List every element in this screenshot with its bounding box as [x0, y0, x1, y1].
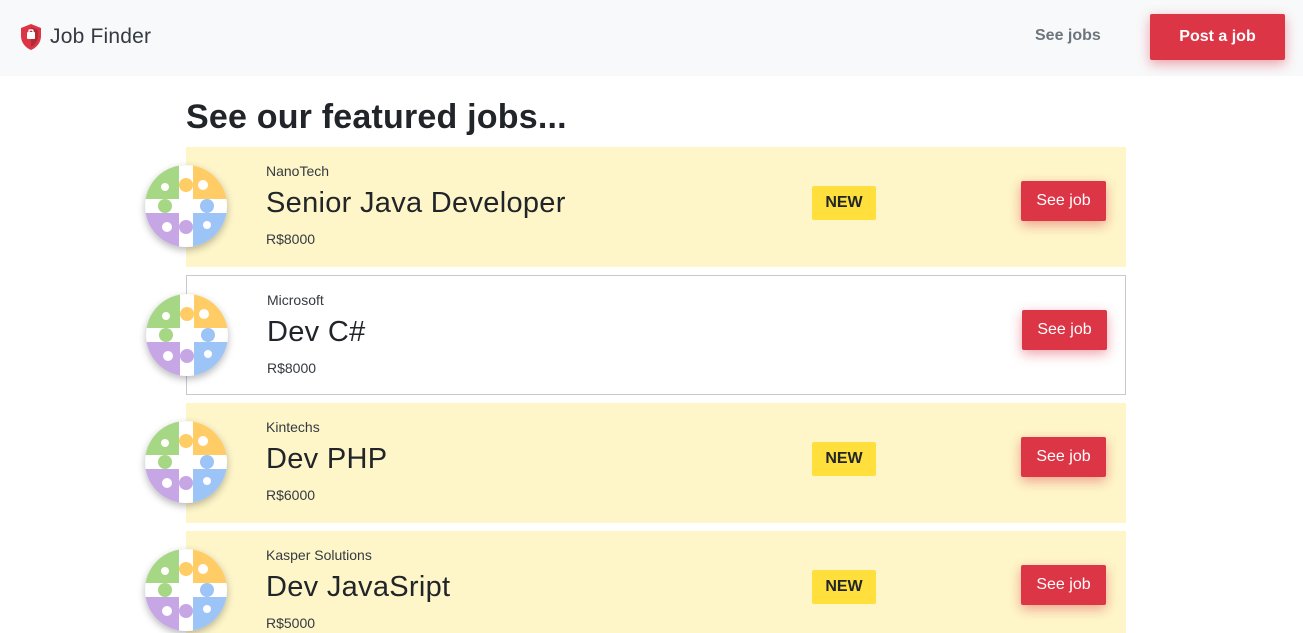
job-card: NanoTech Senior Java Developer R$8000 NE… [145, 147, 1126, 267]
see-job-button[interactable]: See job [1022, 310, 1107, 350]
company-logo [145, 165, 227, 247]
new-badge: NEW [812, 442, 876, 476]
new-badge: NEW [812, 570, 876, 604]
job-salary: R$6000 [266, 487, 316, 503]
company-name: Microsoft [267, 292, 324, 308]
shield-icon [21, 24, 41, 50]
job-card: Kasper Solutions Dev JavaSript R$5000 NE… [145, 531, 1126, 633]
see-job-button[interactable]: See job [1021, 437, 1106, 477]
puzzle-icon [145, 165, 227, 247]
job-title: Senior Java Developer [266, 187, 566, 219]
navbar: Job Finder See jobs Post a job [0, 0, 1303, 76]
job-title: Dev JavaSript [266, 571, 451, 603]
brand-link[interactable]: Job Finder [20, 22, 151, 52]
company-name: Kintechs [266, 419, 320, 435]
job-card: Kintechs Dev PHP R$6000 NEW See job [145, 403, 1126, 523]
see-job-button[interactable]: See job [1021, 181, 1106, 221]
company-logo [146, 294, 228, 376]
company-logo [145, 549, 227, 631]
job-salary: R$5000 [266, 615, 316, 631]
job-card: Microsoft Dev C# R$8000 See job [146, 275, 1126, 395]
see-job-button[interactable]: See job [1021, 565, 1106, 605]
puzzle-icon [146, 294, 228, 376]
puzzle-icon [145, 549, 227, 631]
brand-name: Job Finder [50, 25, 152, 48]
post-job-button[interactable]: Post a job [1150, 14, 1285, 60]
job-salary: R$8000 [266, 231, 316, 247]
page-title: See our featured jobs... [186, 98, 567, 136]
company-name: Kasper Solutions [266, 547, 372, 563]
company-name: NanoTech [266, 163, 330, 179]
job-title: Dev C# [267, 316, 366, 348]
new-badge: NEW [812, 186, 876, 220]
job-title: Dev PHP [266, 443, 388, 475]
puzzle-icon [145, 421, 227, 503]
job-salary: R$8000 [267, 360, 317, 376]
company-logo [145, 421, 227, 503]
see-jobs-link[interactable]: See jobs [1035, 24, 1101, 48]
